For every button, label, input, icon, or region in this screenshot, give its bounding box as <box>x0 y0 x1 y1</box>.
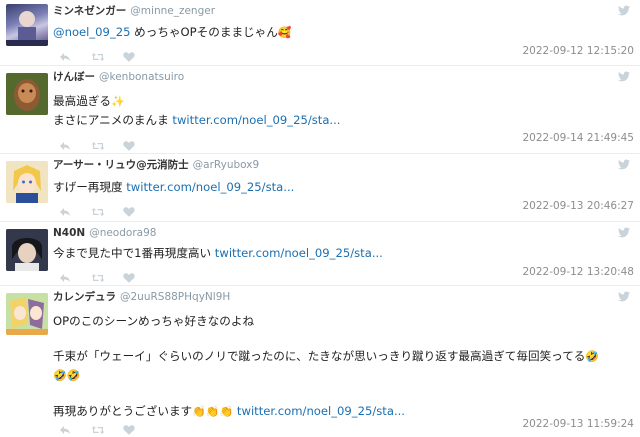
author-handle[interactable]: @minne_zenger <box>130 5 215 17</box>
tweet-actions <box>59 268 135 283</box>
retweet-icon[interactable] <box>91 136 105 150</box>
twitter-bird-icon[interactable] <box>618 159 630 170</box>
reply-icon[interactable] <box>59 420 71 434</box>
retweet-icon[interactable] <box>91 420 105 434</box>
like-icon[interactable] <box>123 202 135 217</box>
tweet-header: N40N @neodora98 <box>53 226 156 240</box>
tweet-link[interactable]: twitter.com/noel_09_25/sta... <box>233 404 405 418</box>
tweet-text: 最高過ぎる✨ まさにアニメのまんま twitter.com/noel_09_25… <box>53 92 633 129</box>
twitter-bird-icon[interactable] <box>618 71 630 82</box>
tweet-line: 千束が「ウェーイ」ぐらいのノリで蹴ったのに、たきなが思いっきり蹴り返す最高過ぎて… <box>53 349 586 363</box>
tweet-line: めっちゃOPそのままじゃん <box>130 25 278 39</box>
avatar[interactable] <box>6 161 48 203</box>
reply-icon[interactable] <box>59 268 71 282</box>
mention-link[interactable]: @noel_09_25 <box>53 25 131 39</box>
tweet-line: OPのこのシーンめっちゃ好きなのよね <box>53 314 255 328</box>
reply-icon[interactable] <box>59 136 71 150</box>
author-handle[interactable]: @neodora98 <box>89 227 156 239</box>
reply-icon[interactable] <box>59 202 71 216</box>
timestamp[interactable]: 2022-09-14 21:49:45 <box>522 132 634 144</box>
author-name[interactable]: アーサー・リュウ@元消防士 <box>53 159 189 171</box>
tweet-header: アーサー・リュウ@元消防士 @arRyubox9 <box>53 158 259 172</box>
emoji: 🥰 <box>277 26 292 39</box>
retweet-icon[interactable] <box>91 202 105 216</box>
tweet-actions <box>59 136 135 151</box>
retweet-icon[interactable] <box>91 47 105 61</box>
timestamp[interactable]: 2022-09-13 20:46:27 <box>522 200 634 212</box>
tweet-header: ミンネゼンガー @minne_zenger <box>53 4 215 18</box>
tweet-actions <box>59 202 135 217</box>
avatar[interactable] <box>6 293 48 335</box>
author-name[interactable]: カレンデュラ <box>53 291 116 303</box>
avatar[interactable] <box>6 229 48 271</box>
like-icon[interactable] <box>123 47 135 62</box>
tweet-link[interactable]: twitter.com/noel_09_25/sta... <box>215 246 383 260</box>
twitter-bird-icon[interactable] <box>618 227 630 238</box>
tweet-line: 最高過ぎる <box>53 94 111 108</box>
tweet-header: けんぼー @kenbonatsuiro <box>53 70 184 84</box>
author-name[interactable]: けんぼー <box>53 71 95 83</box>
author-name[interactable]: ミンネゼンガー <box>53 5 126 17</box>
emoji: 🤣 <box>585 350 600 363</box>
author-handle[interactable]: @arRyubox9 <box>193 159 260 171</box>
tweet-line: 今まで見た中で1番再現度高い <box>53 246 215 260</box>
like-icon[interactable] <box>123 136 135 151</box>
tweet-card: カレンデュラ @2uuRS88PHqyNl9H OPのこのシーンめっちゃ好きなのよ… <box>0 286 640 437</box>
tweet-text: OPのこのシーンめっちゃ好きなのよね 千束が「ウェーイ」ぐらいのノリで蹴ったのに… <box>53 312 633 421</box>
avatar[interactable] <box>6 4 48 46</box>
tweet-line: 再現ありがとうございます <box>53 404 193 418</box>
tweet-text: @noel_09_25 めっちゃOPそのままじゃん🥰 <box>53 23 633 42</box>
tweet-header: カレンデュラ @2uuRS88PHqyNl9H <box>53 290 230 304</box>
tweet-text: すげー再現度 twitter.com/noel_09_25/sta... <box>53 178 633 196</box>
tweet-text: 今まで見た中で1番再現度高い twitter.com/noel_09_25/st… <box>53 244 633 262</box>
tweet-card: けんぼー @kenbonatsuiro 最高過ぎる✨ まさにアニメのまんま twi… <box>0 66 640 154</box>
avatar[interactable] <box>6 73 48 115</box>
tweet-line: まさにアニメのまんま <box>53 113 173 127</box>
tweet-card: ミンネゼンガー @minne_zenger @noel_09_25 めっちゃOPそ… <box>0 0 640 66</box>
tweet-line: すげー再現度 <box>53 180 127 194</box>
twitter-bird-icon[interactable] <box>618 5 630 16</box>
reply-icon[interactable] <box>59 47 71 61</box>
twitter-bird-icon[interactable] <box>618 291 630 302</box>
like-icon[interactable] <box>123 268 135 283</box>
emoji: 🤣🤣 <box>53 369 81 382</box>
like-icon[interactable] <box>123 420 135 435</box>
tweet-actions <box>59 47 135 62</box>
tweet-link[interactable]: twitter.com/noel_09_25/sta... <box>126 180 294 194</box>
author-name[interactable]: N40N <box>53 227 85 239</box>
retweet-icon[interactable] <box>91 268 105 282</box>
tweet-link[interactable]: twitter.com/noel_09_25/sta... <box>172 113 340 127</box>
tweet-card: N40N @neodora98 今まで見た中で1番再現度高い twitter.co… <box>0 222 640 286</box>
author-handle[interactable]: @2uuRS88PHqyNl9H <box>120 291 230 303</box>
timestamp[interactable]: 2022-09-12 12:15:20 <box>522 45 634 57</box>
author-handle[interactable]: @kenbonatsuiro <box>99 71 184 83</box>
timestamp[interactable]: 2022-09-13 11:59:24 <box>522 418 634 430</box>
emoji: ✨ <box>110 95 125 108</box>
emoji: 👏👏👏 <box>192 405 234 418</box>
tweet-card: アーサー・リュウ@元消防士 @arRyubox9 すげー再現度 twitter.c… <box>0 154 640 222</box>
tweet-actions <box>59 420 135 435</box>
timestamp[interactable]: 2022-09-12 13:20:48 <box>522 266 634 278</box>
